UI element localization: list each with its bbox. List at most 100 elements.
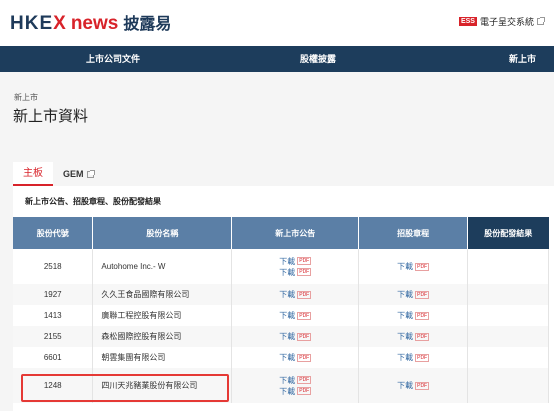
download-label: 下載: [279, 386, 296, 396]
stock-code-cell: 1927: [13, 284, 94, 305]
download-label: 下載: [397, 353, 414, 362]
pdf-icon: PDF: [297, 353, 312, 362]
pdf-icon: PDF: [415, 290, 430, 299]
nav-item-new-listings[interactable]: 新上市: [509, 46, 536, 72]
table-row: 2518 Autohome Inc.- W 下載 PDF 下載 PDF 下載 PDF: [13, 249, 549, 284]
nav-item-listed-company-docs[interactable]: 上市公司文件: [86, 46, 140, 72]
download-link[interactable]: 下載 PDF: [232, 331, 358, 342]
column-header-prospectus: 招股章程: [358, 217, 469, 249]
table-row: 1413 廣聯工程控股有限公司 下載 PDF 下載 PDF: [13, 305, 549, 326]
stock-name-cell: 朝雲集團有限公司: [92, 347, 233, 368]
listing-announcement-cell: 下載 PDF: [231, 326, 360, 347]
stock-name-cell: 久久王食品國際有限公司: [92, 284, 233, 305]
listing-announcement-cell: 下載 PDF 下載 PDF: [231, 368, 360, 403]
table-row: 2155 森松國際控股有限公司 下載 PDF 下載 PDF: [13, 326, 549, 347]
external-link-icon: [86, 169, 95, 178]
allotment-results-cell: [467, 284, 549, 305]
stock-code-cell: 6601: [13, 347, 94, 368]
pdf-icon: PDF: [297, 290, 312, 299]
prospectus-cell: 下載 PDF: [358, 326, 469, 347]
pdf-icon: PDF: [297, 268, 312, 277]
allotment-results-cell: [467, 326, 549, 347]
download-label: 下載: [397, 381, 414, 390]
pdf-icon: PDF: [415, 381, 430, 390]
download-label: 下載: [279, 375, 296, 385]
main-nav: 上市公司文件 股權披露 新上市: [0, 46, 554, 72]
table-row: 1927 久久王食品國際有限公司 下載 PDF 下載 PDF: [13, 284, 549, 305]
pdf-icon: PDF: [297, 311, 312, 320]
hkexnews-logo[interactable]: HKEX news 披露易: [10, 10, 171, 35]
listing-announcement-cell: 下載 PDF: [231, 347, 360, 368]
column-header-stock-code: 股份代號: [13, 217, 94, 249]
download-label: 下載: [279, 256, 296, 266]
logo-hkex: HKEX: [10, 13, 67, 34]
nav-item-disclosure-of-interests[interactable]: 股權披露: [300, 46, 336, 72]
download-label: 下載: [279, 353, 296, 362]
stock-code-cell: 2518: [13, 249, 94, 284]
allotment-results-cell: [467, 368, 549, 403]
allotment-results-cell: [467, 249, 549, 284]
highlight-box: [21, 374, 229, 402]
download-link[interactable]: 下載 PDF: [359, 261, 467, 272]
listing-announcement-cell: 下載 PDF: [231, 284, 360, 305]
download-link[interactable]: 下載 PDF: [232, 310, 358, 321]
logo-news: news: [70, 13, 119, 34]
download-label: 下載: [279, 267, 296, 277]
pdf-icon: PDF: [297, 387, 312, 396]
prospectus-cell: 下載 PDF: [358, 249, 469, 284]
download-link[interactable]: 下載 PDF: [232, 289, 358, 300]
stock-name-cell: Autohome Inc.- W: [92, 249, 233, 284]
pdf-icon: PDF: [415, 262, 430, 271]
download-link[interactable]: 下載 PDF: [359, 331, 467, 342]
pdf-icon: PDF: [415, 332, 430, 341]
tab-gem[interactable]: GEM: [53, 162, 104, 186]
tab-main-board[interactable]: 主板: [13, 162, 53, 186]
table-row: 6601 朝雲集團有限公司 下載 PDF 下載 PDF: [13, 347, 549, 368]
column-header-listing-announcement: 新上市公告: [231, 217, 360, 249]
stock-name-cell: 廣聯工程控股有限公司: [92, 305, 233, 326]
download-link[interactable]: 下載 PDF: [232, 386, 358, 397]
ess-label: 電子呈交系統: [479, 17, 534, 27]
download-link[interactable]: 下載 PDF: [359, 352, 467, 363]
page-title: 新上市資料: [13, 108, 89, 125]
page-body: 新上市 新上市資料 主板 GEM 新上市公告、招股章程、股份配發結果 股份代號 …: [0, 72, 554, 411]
pdf-icon: PDF: [415, 311, 430, 320]
column-header-stock-name: 股份名稱: [92, 217, 233, 249]
pdf-icon: PDF: [297, 332, 312, 341]
download-label: 下載: [397, 290, 414, 299]
listing-announcement-cell: 下載 PDF 下載 PDF: [231, 249, 360, 284]
download-link[interactable]: 下載 PDF: [232, 352, 358, 363]
logo-chinese: 披露易: [123, 14, 172, 33]
download-label: 下載: [397, 332, 414, 341]
stock-code-cell: 1413: [13, 305, 94, 326]
download-label: 下載: [397, 262, 414, 271]
download-label: 下載: [279, 290, 296, 299]
prospectus-cell: 下載 PDF: [358, 305, 469, 326]
tab-gem-label: GEM: [63, 169, 84, 179]
allotment-results-cell: [467, 347, 549, 368]
prospectus-cell: 下載 PDF: [358, 284, 469, 305]
ess-link[interactable]: ESS 電子呈交系統: [458, 15, 545, 28]
pdf-icon: PDF: [297, 257, 312, 266]
section-heading: 新上市公告、招股章程、股份配發結果: [25, 197, 161, 206]
download-link[interactable]: 下載 PDF: [359, 310, 467, 321]
prospectus-cell: 下載 PDF: [358, 368, 469, 403]
download-link[interactable]: 下載 PDF: [232, 375, 358, 386]
download-link[interactable]: 下載 PDF: [359, 380, 467, 391]
allotment-results-cell: [467, 305, 549, 326]
download-link[interactable]: 下載 PDF: [359, 289, 467, 300]
pdf-icon: PDF: [297, 376, 312, 385]
stock-code-cell: 2155: [13, 326, 94, 347]
download-link[interactable]: 下載 PDF: [232, 267, 358, 278]
download-link[interactable]: 下載 PDF: [232, 256, 358, 267]
prospectus-cell: 下載 PDF: [358, 347, 469, 368]
listing-announcement-cell: 下載 PDF: [231, 305, 360, 326]
pdf-icon: PDF: [415, 353, 430, 362]
external-link-icon: [537, 17, 545, 25]
download-label: 下載: [279, 311, 296, 320]
breadcrumb[interactable]: 新上市: [14, 92, 38, 103]
download-label: 下載: [279, 332, 296, 341]
column-header-allotment-results: 股份配發結果: [467, 217, 549, 249]
site-header: HKEX news 披露易 ESS 電子呈交系統: [0, 0, 554, 46]
ess-badge: ESS: [458, 17, 477, 26]
